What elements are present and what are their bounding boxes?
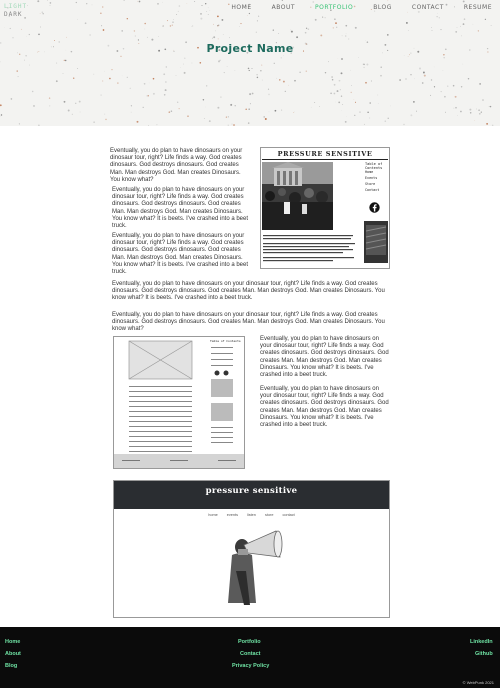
album-thumbnail	[364, 221, 388, 263]
footer-link-portfolio[interactable]: Portfolio	[238, 639, 261, 645]
nav-portfolio[interactable]: PORTFOLIO	[315, 4, 353, 11]
mockup-body-text	[263, 235, 355, 262]
site-footer: Home About Blog Portfolio Contact Privac…	[0, 627, 500, 688]
footer-link-home[interactable]: Home	[5, 639, 20, 645]
mockup-nav-item[interactable]: listen	[247, 513, 256, 517]
facebook-icon[interactable]	[369, 202, 380, 213]
footer-link-about[interactable]: About	[5, 651, 21, 657]
paragraph-2: Eventually, you do plan to have dinosaur…	[112, 187, 249, 230]
logo-line-dark: DARK	[4, 11, 23, 18]
site-logo[interactable]: LIGHT DARK	[4, 3, 27, 19]
top-nav: HOME ABOUT PORTFOLIO BLOG CONTACT RESUME	[211, 4, 492, 11]
wireframe-toc-label: Table of Contents	[210, 339, 241, 343]
paragraph-5: Eventually, you do plan to have dinosaur…	[112, 312, 385, 333]
mockup-nav-item[interactable]: events	[227, 513, 238, 517]
footer-link-contact[interactable]: Contact	[240, 651, 260, 657]
paragraph-7: Eventually, you do plan to have dinosaur…	[260, 386, 389, 429]
mockup-toc-list: Home Events Store Contact	[365, 169, 379, 193]
paragraph-3: Eventually, you do plan to have dinosaur…	[112, 233, 249, 276]
mockup-wireframe: Table of Contents	[113, 336, 245, 469]
nav-home[interactable]: HOME	[231, 4, 251, 11]
mockup-nav-item[interactable]: contact	[283, 513, 295, 517]
toc-item[interactable]: Contact	[365, 187, 379, 193]
megaphone-person-image	[228, 530, 283, 605]
mockup-nav-item[interactable]: home	[208, 513, 218, 517]
nav-about[interactable]: ABOUT	[272, 4, 295, 11]
paragraph-1: Eventually, you do plan to have dinosaur…	[110, 148, 243, 183]
mockup-nav-item[interactable]: store	[265, 513, 273, 517]
nav-contact[interactable]: CONTACT	[412, 4, 444, 11]
footer-link-privacy[interactable]: Privacy Policy	[232, 663, 269, 669]
copyright-text: © WebPunk 2021	[462, 680, 494, 685]
mockup-nav: home events listen store contact	[114, 513, 389, 517]
page-title: Project Name	[206, 42, 294, 55]
paragraph-6: Eventually, you do plan to have dinosaur…	[260, 336, 389, 379]
mockup-pressure-sensitive-home: PRESSURE SENSITIVE Table of Contents Hom…	[260, 147, 390, 269]
nav-resume[interactable]: RESUME	[464, 4, 492, 11]
paragraph-4: Eventually, you do plan to have dinosaur…	[112, 281, 385, 302]
divider	[262, 159, 388, 160]
footer-link-github[interactable]: Github	[475, 651, 493, 657]
mockup-megaphone-page: pressure sensitive home events listen st…	[113, 480, 390, 618]
footer-link-linkedin[interactable]: LinkedIn	[470, 639, 493, 645]
protest-photo	[262, 162, 333, 230]
speckle-texture	[0, 0, 494, 126]
footer-link-blog[interactable]: Blog	[5, 663, 17, 669]
mockup-title: pressure sensitive	[205, 486, 298, 496]
nav-blog[interactable]: BLOG	[373, 4, 392, 11]
wireframe-drawing	[114, 340, 244, 468]
logo-line-light: LIGHT	[4, 3, 28, 10]
hero-banner: LIGHT DARK HOME ABOUT PORTFOLIO BLOG CON…	[0, 0, 500, 126]
mockup-title: PRESSURE SENSITIVE	[277, 150, 373, 158]
